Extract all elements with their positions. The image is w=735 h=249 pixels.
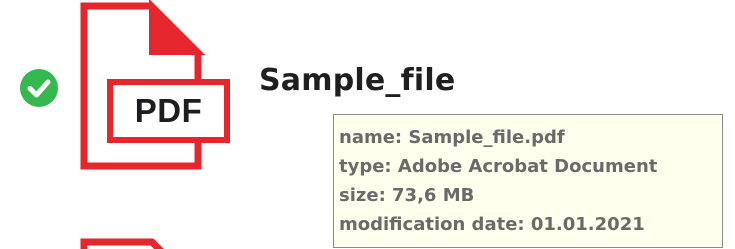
- pdf-label-text: PDF: [134, 92, 203, 129]
- file-browser-view: PDF Sample_file name: Sample_file.pdf ty…: [0, 0, 735, 249]
- check-circle-icon: [20, 69, 58, 107]
- tooltip-size-line: size: 73,6 MB: [339, 185, 475, 206]
- tooltip-date-line: modification date: 01.01.2021: [339, 214, 645, 235]
- tooltip-type-line: type: Adobe Acrobat Document: [339, 156, 658, 177]
- file-name[interactable]: Sample_file: [259, 63, 455, 98]
- pdf-label: PDF: [107, 79, 230, 143]
- file-item[interactable]: PDF Sample_file name: Sample_file.pdf ty…: [0, 0, 735, 249]
- next-file-pdf-icon[interactable]: [76, 236, 206, 249]
- tooltip-name-line: name: Sample_file.pdf: [339, 127, 565, 148]
- file-info-tooltip: name: Sample_file.pdf type: Adobe Acroba…: [333, 114, 723, 248]
